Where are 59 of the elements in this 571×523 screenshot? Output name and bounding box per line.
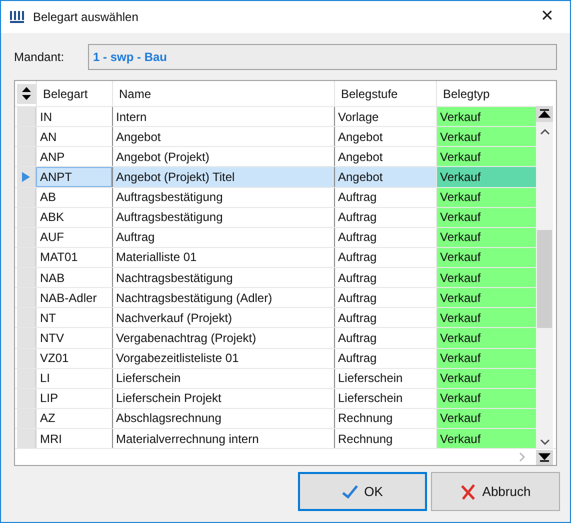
table-cell: Verkauf bbox=[436, 368, 536, 388]
row-header[interactable] bbox=[17, 408, 36, 428]
table-cell: Verkauf bbox=[436, 188, 536, 207]
checkmark-icon bbox=[342, 484, 358, 498]
table-cell: Verkauf bbox=[436, 147, 536, 166]
row-header[interactable] bbox=[17, 248, 36, 267]
close-button[interactable]: ✕ bbox=[524, 1, 570, 33]
table-cell: Verkauf bbox=[436, 288, 536, 308]
app-icon bbox=[9, 10, 25, 24]
row-header[interactable] bbox=[17, 228, 36, 247]
row-header[interactable] bbox=[17, 429, 36, 448]
scrollbar-thumb[interactable] bbox=[537, 230, 552, 328]
table-cell: Verkauf bbox=[436, 107, 536, 126]
column-header[interactable]: Belegart bbox=[36, 81, 112, 106]
table-cell: Verkauf bbox=[436, 429, 536, 448]
table-cell: Angebot (Projekt) Titel bbox=[112, 167, 334, 186]
row-header[interactable] bbox=[17, 127, 36, 146]
table-cell: Verkauf bbox=[436, 308, 536, 328]
table-cell: Verkauf bbox=[436, 208, 536, 227]
row-header[interactable] bbox=[17, 328, 36, 348]
scroll-top-icon bbox=[536, 106, 553, 122]
scroll-down-icon bbox=[540, 438, 550, 446]
ok-button[interactable]: OK bbox=[298, 472, 427, 511]
table-cell: Verkauf bbox=[436, 167, 536, 186]
row-header[interactable] bbox=[17, 308, 36, 328]
mandant-label: Mandant: bbox=[14, 49, 66, 66]
current-row-icon bbox=[22, 172, 30, 182]
table-cell: Verkauf bbox=[436, 348, 536, 368]
row-header[interactable] bbox=[17, 288, 36, 308]
row-header[interactable] bbox=[17, 368, 36, 388]
row-header[interactable] bbox=[17, 167, 36, 186]
row-header[interactable] bbox=[17, 188, 36, 207]
row-header[interactable] bbox=[17, 147, 36, 166]
scroll-up-icon bbox=[540, 128, 550, 136]
table-cell: Verkauf bbox=[436, 127, 536, 146]
cancel-button[interactable]: Abbruch bbox=[431, 472, 560, 511]
row-header[interactable] bbox=[17, 388, 36, 408]
column-header[interactable]: Name bbox=[112, 81, 334, 106]
table-cell: Verkauf bbox=[436, 408, 536, 428]
sort-button[interactable] bbox=[17, 84, 36, 104]
row-header[interactable] bbox=[17, 268, 36, 288]
table-cell: Verkauf bbox=[436, 268, 536, 288]
cross-icon bbox=[460, 484, 476, 500]
table-cell: ANPT bbox=[36, 167, 112, 186]
window-title: Belegart auswählen bbox=[33, 9, 138, 26]
vertical-scrollbar[interactable] bbox=[536, 106, 553, 448]
column-header[interactable]: Belegstufe bbox=[334, 81, 436, 106]
scroll-right-icon bbox=[518, 452, 526, 462]
mandant-field: 1 - swp - Bau bbox=[88, 44, 557, 70]
table-cell: Verkauf bbox=[436, 388, 536, 408]
column-header[interactable]: Belegtyp bbox=[436, 81, 536, 106]
table-cell: Verkauf bbox=[436, 328, 536, 348]
scroll-bottom-icon bbox=[536, 450, 553, 464]
row-header[interactable] bbox=[17, 348, 36, 368]
row-header[interactable] bbox=[17, 208, 36, 227]
table-cell: Verkauf bbox=[436, 248, 536, 267]
table-cell: Angebot bbox=[334, 167, 436, 186]
up-down-arrows-icon bbox=[22, 87, 31, 100]
table-cell: Verkauf bbox=[436, 228, 536, 247]
